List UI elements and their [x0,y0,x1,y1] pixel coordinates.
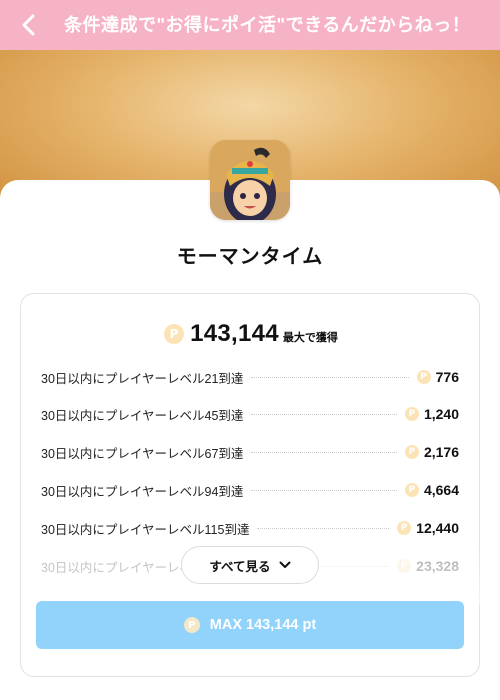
mission-points: P 1,240 [404,406,459,422]
mission-points: P 12,440 [397,520,459,536]
mission-row: 30日以内にプレイヤーレベル94到達 P 4,664 [41,480,459,500]
coin-icon: P [404,407,419,421]
mission-row: 30日以内にプレイヤーレベル115到達 P 12,440 [41,518,459,538]
coin-icon: P [164,324,185,344]
coin-icon: P [397,559,412,573]
see-all-button[interactable]: すべて見る [181,546,319,584]
coin-icon: P [416,370,431,384]
leader-dots [251,376,409,378]
mission-row: 30日以内にプレイヤーレベル45到達 P 1,240 [41,404,459,424]
top-bar: 条件達成で"お得にポイ活"できるんだからねっ！ [0,0,500,50]
mission-row: 30日以内にプレイヤーレベル21到達 P 776 [41,367,459,387]
leader-dots [251,489,397,491]
total-reward: P 143,144 最大で獲得 [21,320,481,348]
mission-label: 30日以内にプレイヤーレベル94到達 [41,484,244,499]
coin-icon: P [183,617,200,633]
mission-label: 30日以内にプレイヤーレベル [41,560,205,575]
app-icon [210,140,290,220]
mission-label: 30日以内にプレイヤーレベル67到達 [41,446,244,461]
chevron-left-icon [22,14,35,36]
leader-dots [251,413,397,415]
header-title: 条件達成で"お得にポイ活"できるんだからねっ！ [64,15,471,35]
total-suffix: 最大で獲得 [282,332,338,344]
mission-points-value: 2,176 [423,444,459,460]
mission-points-value: 23,328 [416,558,459,574]
chevron-down-icon [279,561,291,568]
mission-points: P 2,176 [404,444,459,460]
mission-label: 30日以内にプレイヤーレベル21到達 [41,371,244,386]
mission-label: 30日以内にプレイヤーレベル115到達 [41,522,250,537]
mission-points-value: 1,240 [423,406,459,422]
reward-card: P 143,144 最大で獲得 30日以内にプレイヤーレベル21到達 P 776… [20,293,481,677]
see-all-label: すべて見る [209,559,271,574]
leader-dots [257,527,390,529]
max-points-button[interactable]: P MAX 143,144 pt [36,601,464,649]
mission-points-value: 4,664 [423,482,459,498]
mission-points: P 776 [416,369,459,385]
app-name: モーマンタイム [176,246,324,268]
total-points: 143,144 [190,320,279,347]
mission-row: 30日以内にプレイヤーレベル67到達 P 2,176 [41,442,459,462]
mission-points: P 23,328 [397,558,459,574]
mission-points-value: 776 [435,369,459,385]
coin-icon: P [397,521,412,535]
coin-icon: P [404,445,419,459]
app-icon-artwork [210,140,290,220]
max-points-label: MAX 143,144 pt [209,617,317,633]
mission-points-value: 12,440 [416,520,459,536]
mission-points: P 4,664 [404,482,459,498]
leader-dots [251,451,397,453]
back-button[interactable] [16,12,42,38]
mission-label: 30日以内にプレイヤーレベル45到達 [41,408,244,423]
coin-icon: P [404,483,419,497]
